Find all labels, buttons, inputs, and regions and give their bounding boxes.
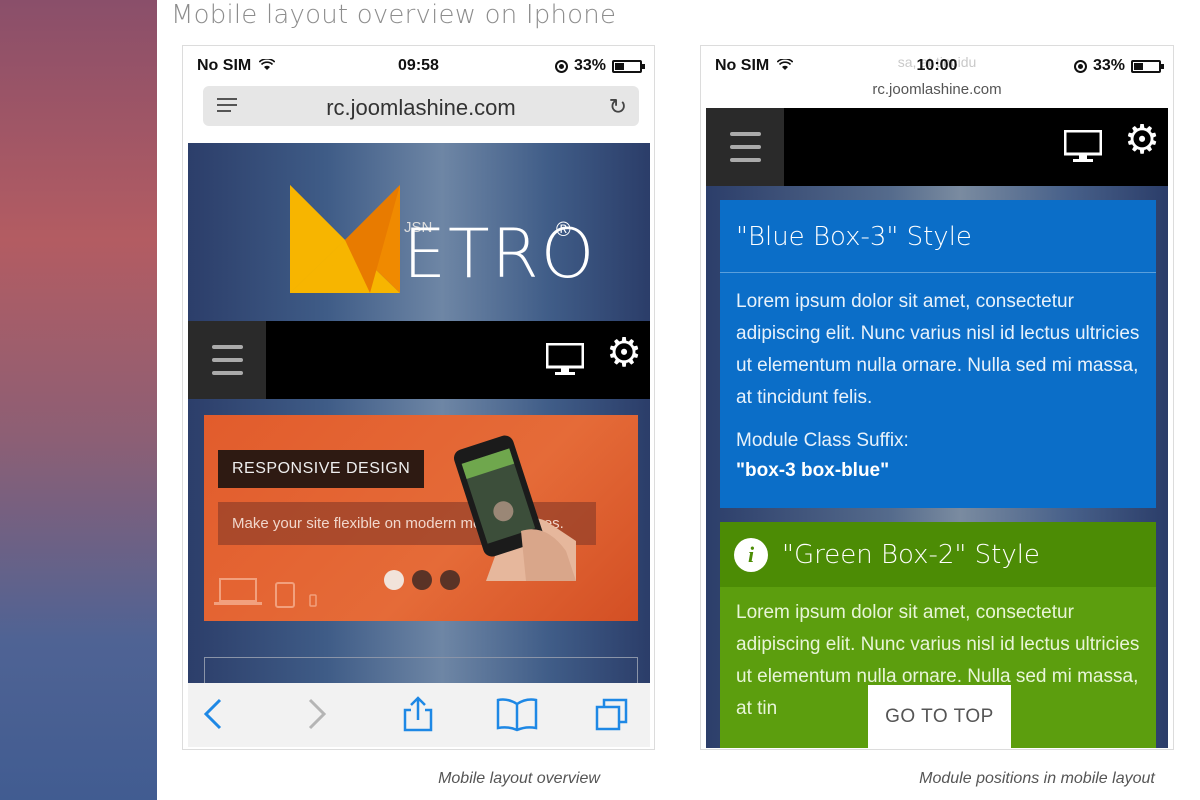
hand-holding-phone-image: [453, 435, 576, 581]
slider-dot-3[interactable]: [440, 570, 460, 590]
desktop-view-icon[interactable]: [1064, 130, 1102, 162]
suffix-value: "box-3 box-blue": [736, 460, 890, 481]
logo-registered-mark: ®: [556, 219, 571, 241]
battery-icon: [612, 59, 645, 73]
tabs-icon[interactable]: [594, 696, 630, 732]
share-icon[interactable]: [400, 696, 436, 732]
back-icon[interactable]: [198, 696, 234, 732]
suffix-label: Module Class Suffix:: [736, 430, 909, 451]
battery-percent: 33%: [1092, 57, 1125, 74]
address-url[interactable]: rc.joomlashine.com: [701, 81, 1173, 98]
phone-screenshot-modules: sa, at tincidu No SIM 10:00 33% rc.jooml…: [700, 45, 1174, 750]
desktop-view-icon[interactable]: [546, 343, 584, 375]
blue-box-title: "Blue Box-3" Style: [736, 222, 972, 252]
settings-gear-icon[interactable]: ⚙: [1124, 120, 1160, 160]
green-box-header: i "Green Box-2" Style: [720, 522, 1156, 587]
forward-icon[interactable]: [298, 696, 334, 732]
caption-overview: Mobile layout overview: [438, 770, 600, 787]
slider-dot-1[interactable]: [384, 570, 404, 590]
reload-icon[interactable]: ↻: [609, 94, 627, 120]
phone-screenshot-overview: No SIM 09:58 33% rc.joomlashine.com ↻ JS…: [182, 45, 655, 750]
orientation-lock-icon: [1073, 59, 1087, 73]
divider: [720, 272, 1156, 273]
bookmarks-icon[interactable]: [496, 696, 538, 732]
page-title: Mobile layout overview on Iphone: [171, 0, 617, 30]
battery-percent: 33%: [573, 57, 606, 74]
metro-m-logo-icon: [290, 185, 400, 293]
site-viewport: JSN ETRO ® ⚙ RESPONSIVE DESIGN Make your…: [188, 143, 650, 687]
blue-box-body: Lorem ipsum dolor sit amet, consectetur …: [736, 291, 1140, 408]
go-to-top-button[interactable]: GO TO TOP: [868, 685, 1011, 748]
slide-headline: RESPONSIVE DESIGN: [218, 450, 425, 488]
caption-modules: Module positions in mobile layout: [919, 770, 1155, 787]
hero-slider[interactable]: RESPONSIVE DESIGN Make your site flexibl…: [204, 415, 638, 621]
orientation-lock-icon: [554, 59, 568, 73]
status-bar: No SIM 09:58 33%: [183, 46, 654, 86]
devices-icon: [214, 578, 317, 608]
battery-fill: [615, 62, 624, 70]
green-box-title: "Green Box-2" Style: [782, 540, 1040, 570]
hamburger-menu-button[interactable]: [188, 321, 266, 399]
address-bar[interactable]: rc.joomlashine.com ↻: [203, 86, 639, 126]
site-logo[interactable]: JSN ETRO ®: [188, 143, 650, 321]
site-viewport: ⚙ "Blue Box-3" Style Lorem ipsum dolor s…: [706, 108, 1168, 748]
site-navbar: ⚙: [188, 321, 650, 399]
battery-icon: [1131, 59, 1164, 73]
left-decorative-gradient: [0, 0, 157, 800]
settings-gear-icon[interactable]: ⚙: [606, 333, 642, 373]
address-url: rc.joomlashine.com: [326, 95, 516, 120]
blue-box-module: "Blue Box-3" Style Lorem ipsum dolor sit…: [720, 200, 1156, 508]
info-icon: i: [734, 538, 768, 572]
battery-status: 33%: [1073, 57, 1164, 75]
content-area: Mobile layout overview on Iphone No SIM …: [157, 0, 1200, 800]
battery-status: 33%: [554, 57, 645, 75]
browser-toolbar: [188, 683, 650, 747]
slider-dot-2[interactable]: [412, 570, 432, 590]
site-navbar: ⚙: [706, 108, 1168, 186]
hamburger-menu-button[interactable]: [706, 108, 784, 186]
status-bar: No SIM 10:00 33%: [701, 46, 1173, 86]
battery-fill: [1134, 62, 1143, 70]
